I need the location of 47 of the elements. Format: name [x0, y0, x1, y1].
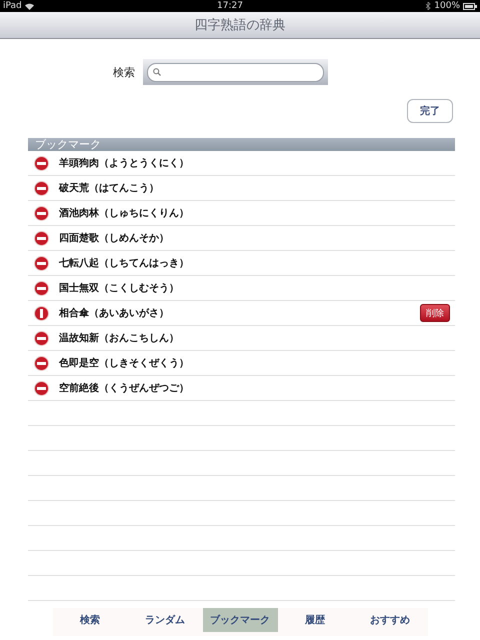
- delete-button[interactable]: 削除: [420, 304, 450, 322]
- row-label: 空前絶後（くうぜんぜつご）: [59, 382, 190, 395]
- battery-percent: 100%: [434, 1, 460, 11]
- search-label: 検索: [113, 64, 135, 80]
- row-label: 国士無双（こくしむそう）: [59, 282, 180, 295]
- list-row[interactable]: 七転八起（しちてんはっき）: [28, 251, 455, 276]
- minus-icon[interactable]: [34, 330, 49, 346]
- minus-icon[interactable]: [34, 156, 49, 170]
- device-name: iPad: [3, 1, 22, 11]
- minus-icon[interactable]: [34, 230, 49, 246]
- row-label: 羊頭狗肉（ようとうくにく）: [59, 156, 190, 170]
- list-row[interactable]: 酒池肉林（しゅちにくりん）: [28, 201, 455, 226]
- minus-icon[interactable]: [34, 256, 49, 270]
- tab[interactable]: ブックマーク: [202, 608, 278, 632]
- tab[interactable]: 履歴: [278, 608, 352, 632]
- minus-icon[interactable]: [34, 180, 49, 196]
- row-label: 破天荒（はてんこう）: [59, 182, 160, 195]
- clock: 17:27: [217, 1, 243, 11]
- tab[interactable]: おすすめ: [352, 608, 428, 632]
- search-field[interactable]: [147, 62, 324, 82]
- minus-icon[interactable]: [34, 280, 49, 296]
- battery-icon: [463, 2, 477, 10]
- list-row[interactable]: 相合傘（あいあいがさ） 削除: [28, 301, 455, 326]
- row-label: 酒池肉林（しゅちにくりん）: [59, 206, 190, 220]
- row-label: 温故知新（おんこちしん）: [59, 331, 180, 345]
- bluetooth-icon: [426, 2, 432, 10]
- list-row[interactable]: 四面楚歌（しめんそか）: [28, 226, 455, 251]
- list-row[interactable]: 色即是空（しきそくぜくう）: [28, 351, 455, 376]
- list-row[interactable]: 国士無双（こくしむそう）: [28, 276, 455, 301]
- section-header: ブックマーク: [28, 138, 455, 151]
- row-label: 七転八起（しちてんはっき）: [59, 256, 190, 270]
- row-label: 相合傘（あいあいがさ）: [59, 306, 170, 320]
- minus-icon[interactable]: [34, 206, 49, 220]
- list-row[interactable]: 羊頭狗肉（ようとうくにく）: [28, 151, 455, 176]
- done-button[interactable]: 完了: [407, 99, 453, 123]
- tab[interactable]: 検索: [52, 608, 128, 632]
- wifi-icon: [24, 2, 34, 10]
- tab[interactable]: ランダム: [128, 608, 202, 632]
- nav-title: 四字熟語の辞典: [194, 17, 286, 34]
- list-row[interactable]: 温故知新（おんこちしん）: [28, 326, 455, 351]
- minus-icon[interactable]: [34, 356, 49, 370]
- row-label: 四面楚歌（しめんそか）: [59, 232, 170, 245]
- row-label: 色即是空（しきそくぜくう）: [59, 356, 190, 370]
- search-icon: [153, 68, 161, 76]
- list-row[interactable]: 破天荒（はてんこう）: [28, 176, 455, 201]
- rotated-minus-icon[interactable]: [34, 306, 49, 320]
- minus-icon[interactable]: [34, 380, 49, 396]
